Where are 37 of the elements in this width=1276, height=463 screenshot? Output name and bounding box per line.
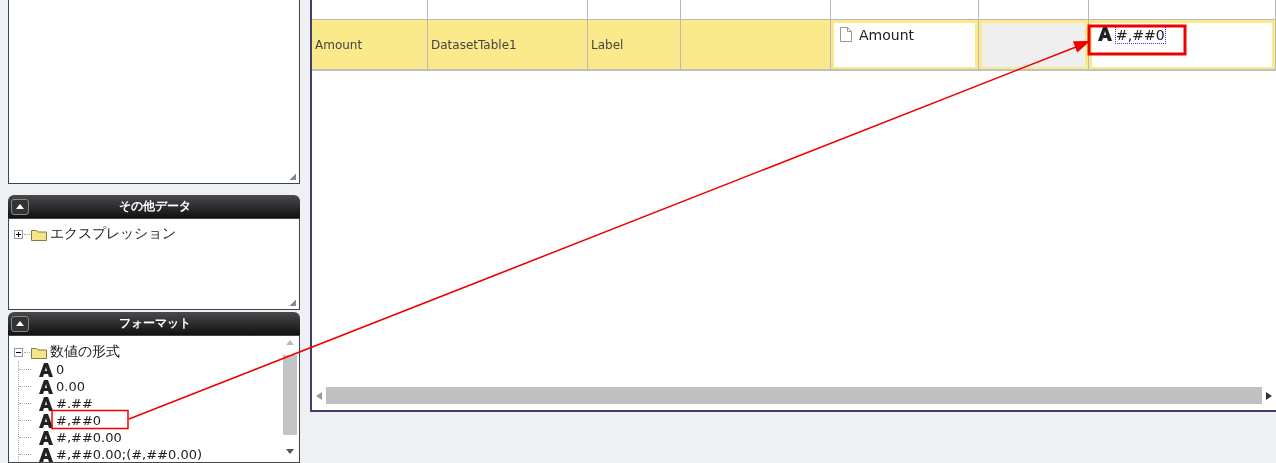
scroll-right-icon[interactable]	[1266, 391, 1272, 400]
table-cell: DatasetTable1	[428, 20, 588, 69]
panel-title: フォーマット	[117, 315, 192, 332]
letter-icon	[39, 430, 53, 445]
letter-icon	[39, 362, 53, 377]
empty-drop-box[interactable]	[982, 23, 1085, 67]
caret-up-icon	[16, 204, 24, 209]
resize-grip-icon[interactable]	[290, 300, 296, 306]
tree-item[interactable]: #.##	[56, 396, 93, 411]
table-cell: Amount	[312, 20, 428, 69]
collapse-button[interactable]	[11, 315, 29, 332]
letter-icon	[1098, 27, 1112, 41]
expand-icon[interactable]	[14, 229, 23, 239]
tree-item[interactable]: #,##0.00;(#,##0.00)	[56, 447, 203, 462]
scroll-left-icon[interactable]	[316, 391, 322, 400]
resize-grip-icon[interactable]	[290, 174, 296, 180]
collapse-icon[interactable]	[14, 347, 23, 357]
tree-item[interactable]: #,##0	[56, 413, 102, 428]
caret-up-icon	[16, 321, 24, 326]
tree-item[interactable]: 0	[56, 362, 65, 377]
tree-item[interactable]: #,##0.00	[56, 430, 122, 445]
tree-item[interactable]: 0.00	[56, 379, 85, 394]
scrollbar-thumb[interactable]	[282, 355, 297, 435]
panel-title: その他データ	[117, 198, 192, 215]
table-cell: Label	[588, 20, 681, 69]
tree-item[interactable]: エクスプレッション	[50, 225, 176, 243]
letter-icon	[39, 413, 53, 428]
tree-item[interactable]: 数値の形式	[50, 343, 120, 361]
folder-icon	[31, 227, 47, 241]
folder-icon	[31, 345, 47, 359]
table-row[interactable]: Amount DatasetTable1 Label Amount #,##0	[312, 20, 1276, 71]
letter-icon	[39, 379, 53, 394]
collapse-button[interactable]	[11, 198, 29, 215]
document-icon	[840, 27, 852, 42]
letter-icon	[39, 396, 53, 411]
field-drop-box[interactable]: Amount	[834, 23, 975, 67]
letter-icon	[39, 447, 53, 462]
